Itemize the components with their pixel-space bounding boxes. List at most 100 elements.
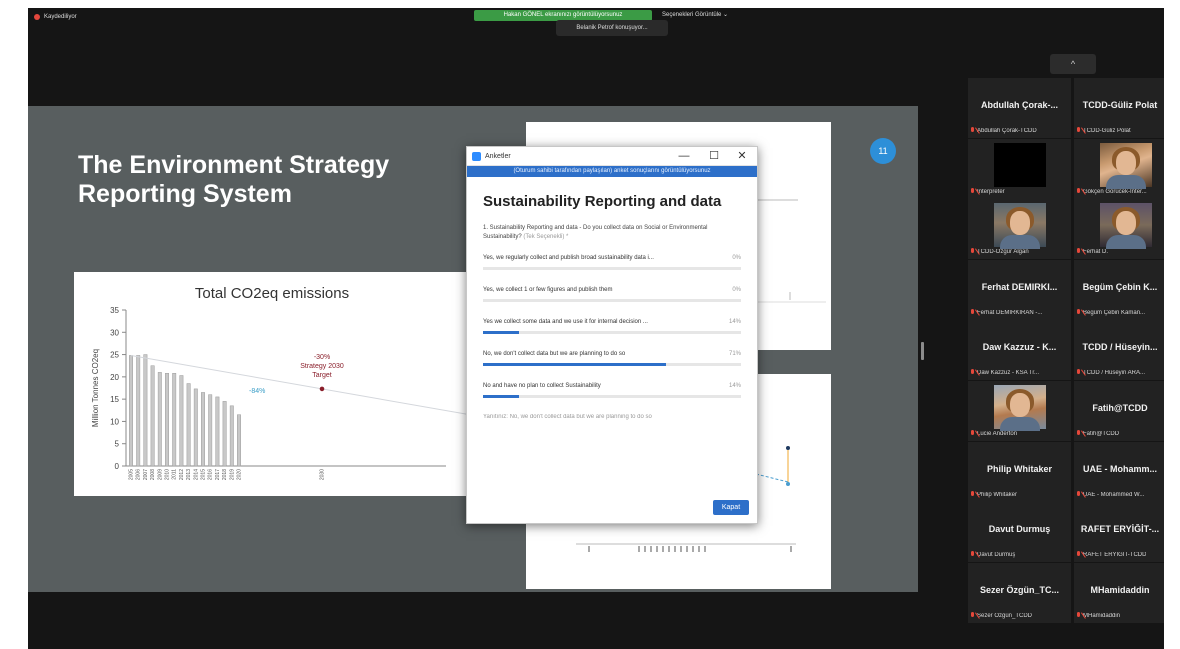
participant-tile[interactable]: Interpreter bbox=[968, 139, 1071, 199]
participant-label: Begüm Çebin Kaman... bbox=[1083, 309, 1146, 316]
muted-mic-icon bbox=[970, 309, 975, 316]
y-tick-label: 5 bbox=[115, 440, 120, 449]
participant-video bbox=[994, 385, 1046, 431]
participant-footer: Ferhat DEMIRKIRAN -... bbox=[970, 308, 1069, 317]
muted-mic-icon bbox=[970, 369, 975, 376]
participant-tile[interactable]: Philip Whitaker Philip Whitaker bbox=[968, 442, 1071, 502]
poll-option-bar bbox=[483, 331, 741, 334]
y-tick-label: 35 bbox=[110, 306, 119, 315]
participant-footer: Interpreter bbox=[970, 187, 1069, 196]
participant-tile[interactable]: UAE - Mohamm... UAE - Mohammed W... bbox=[1074, 442, 1164, 502]
participant-label: Abdullah Çorak-TCDD bbox=[977, 127, 1037, 134]
co2-emissions-chart: Total CO2eq emissions Million Tonnes CO2e… bbox=[91, 285, 471, 480]
participant-tile[interactable]: TCDD / Hüseyin... TCDD / Hüseyin ARA... bbox=[1074, 320, 1164, 380]
participant-footer: Ferhat D. bbox=[1076, 247, 1164, 256]
participant-display-name: Fatih@TCDD bbox=[1092, 403, 1148, 413]
x-tick-label: 2008 bbox=[150, 469, 156, 480]
muted-mic-icon bbox=[1076, 430, 1081, 437]
poll-option-1: Yes, we regularly collect and publish br… bbox=[483, 254, 741, 274]
poll-option-bar bbox=[483, 267, 741, 270]
muted-mic-icon bbox=[1076, 612, 1081, 619]
gallery-resize-handle[interactable] bbox=[921, 342, 924, 360]
participant-label: Philip Whitaker bbox=[977, 491, 1018, 498]
gallery-scroll-up-button[interactable]: ^ bbox=[1050, 54, 1096, 74]
record-icon bbox=[34, 14, 40, 20]
participant-tile[interactable]: Lucie Anderton bbox=[968, 381, 1071, 441]
poll-titlebar[interactable]: Anketler — ☐ ✕ bbox=[467, 147, 757, 166]
participant-tile[interactable]: Fatih@TCDD Fatih@TCDD bbox=[1074, 381, 1164, 441]
participant-tile[interactable]: Sezer Özgün_TC... Sezer Özgün_TCDD bbox=[968, 563, 1071, 623]
participant-footer: TCDD / Hüseyin ARA... bbox=[1076, 368, 1164, 377]
participant-footer: TCDD-Güliz Polat bbox=[1076, 126, 1164, 135]
participant-footer: Philip Whitaker bbox=[970, 490, 1069, 499]
participant-display-name: TCDD-Güliz Polat bbox=[1082, 100, 1158, 110]
participant-display-name: Abdullah Çorak-... bbox=[980, 100, 1058, 110]
bar-2020 bbox=[237, 414, 241, 467]
active-speaker-tip: Belanik Petrof konuşuyor... bbox=[556, 20, 668, 36]
close-icon[interactable]: ✕ bbox=[731, 148, 753, 165]
view-options-menu[interactable]: Seçenekleri Görüntüle ⌄ bbox=[662, 10, 728, 21]
poll-options-list: Yes, we regularly collect and publish br… bbox=[467, 254, 757, 402]
muted-mic-icon bbox=[970, 127, 975, 134]
target-annotation-line: -30% bbox=[314, 354, 330, 361]
x-tick-label: 2018 bbox=[222, 469, 228, 480]
participant-display-name: Daw Kazzuz - K... bbox=[982, 342, 1057, 352]
participant-label: Ferhat DEMIRKIRAN -... bbox=[977, 309, 1043, 316]
y-tick-label: 25 bbox=[110, 351, 119, 360]
poll-option-bar bbox=[483, 363, 741, 366]
poll-question-text: 1. Sustainability Reporting and data - D… bbox=[483, 225, 708, 240]
poll-option-bar bbox=[483, 395, 741, 398]
bar-2013 bbox=[186, 383, 191, 467]
participant-face bbox=[1010, 211, 1030, 235]
zoom-logo-icon bbox=[472, 152, 481, 161]
close-poll-button[interactable]: Kapat bbox=[713, 500, 749, 515]
bar-2015 bbox=[201, 392, 205, 467]
participant-tile[interactable]: Ferhat D. bbox=[1074, 199, 1164, 259]
participant-tile[interactable]: Daw Kazzuz - K... Daw Kazzuz - KSA Tr... bbox=[968, 320, 1071, 380]
poll-option-percent: 0% bbox=[732, 287, 741, 293]
poll-option-label: Yes, we collect 1 or few figures and pub… bbox=[483, 287, 613, 293]
minimize-icon[interactable]: — bbox=[673, 148, 695, 165]
slide-page-badge: 11 bbox=[870, 138, 896, 164]
zoom-meeting-window: Kaydediliyor Hakan GÖNEL ekranınızı görü… bbox=[28, 8, 1164, 649]
poll-heading: Sustainability Reporting and data bbox=[483, 193, 722, 210]
participant-label: Lucie Anderton bbox=[977, 430, 1018, 437]
participant-tile[interactable]: Abdullah Çorak-... Abdullah Çorak-TCDD bbox=[968, 78, 1071, 138]
muted-mic-icon bbox=[1076, 127, 1081, 134]
maximize-icon[interactable]: ☐ bbox=[703, 148, 725, 165]
poll-option-bar-fill bbox=[483, 331, 520, 334]
participant-tile[interactable]: Gökçen Görücek-Inter... bbox=[1074, 139, 1164, 199]
participant-tile[interactable]: TCDD-Güliz Polat TCDD-Güliz Polat bbox=[1074, 78, 1164, 138]
muted-mic-icon bbox=[970, 188, 975, 195]
bar-2014 bbox=[193, 388, 198, 467]
participant-tile[interactable]: Begüm Çebin K... Begüm Çebin Kaman... bbox=[1074, 260, 1164, 320]
y-tick-label: 10 bbox=[110, 417, 119, 426]
participant-label: Davut Durmuş bbox=[977, 551, 1016, 558]
x-tick-label: 2030 bbox=[320, 469, 326, 480]
bar-2017 bbox=[215, 396, 220, 467]
participant-video bbox=[994, 203, 1046, 249]
chart-y-axis-label: Million Tonnes CO2eq bbox=[91, 349, 100, 427]
x-tick-label: 2017 bbox=[215, 469, 221, 480]
muted-mic-icon bbox=[970, 430, 975, 437]
participant-tile[interactable]: RAFET ERYİĞİT-... RAFET ERYİĞİT-TCDD bbox=[1074, 502, 1164, 562]
bar-2007 bbox=[143, 354, 148, 467]
participant-display-name: Philip Whitaker bbox=[986, 464, 1052, 474]
y-tick-label: 15 bbox=[110, 395, 119, 404]
recording-indicator[interactable]: Kaydediliyor bbox=[34, 14, 77, 20]
participant-label: Interpreter bbox=[977, 188, 1005, 195]
target-annotation-line: Target bbox=[312, 372, 332, 379]
poll-option-bar-fill bbox=[483, 363, 667, 366]
participant-tile[interactable]: Ferhat DEMIRKI... Ferhat DEMIRKIRAN -... bbox=[968, 260, 1071, 320]
bar-2016 bbox=[208, 394, 213, 467]
participant-tile[interactable]: Davut Durmuş Davut Durmuş bbox=[968, 502, 1071, 562]
poll-option-percent: 0% bbox=[732, 255, 741, 261]
poll-option-bar-fill bbox=[483, 395, 520, 398]
participant-tile[interactable]: TCDD-Özgür Algan bbox=[968, 199, 1071, 259]
participant-tile[interactable]: MHamidaddin MHamidaddin bbox=[1074, 563, 1164, 623]
y-tick-label: 20 bbox=[110, 373, 119, 382]
participant-face bbox=[1010, 393, 1030, 417]
poll-option-percent: 14% bbox=[728, 383, 741, 389]
x-tick-label: 2011 bbox=[172, 469, 178, 480]
participant-footer: Daw Kazzuz - KSA Tr... bbox=[970, 368, 1069, 377]
